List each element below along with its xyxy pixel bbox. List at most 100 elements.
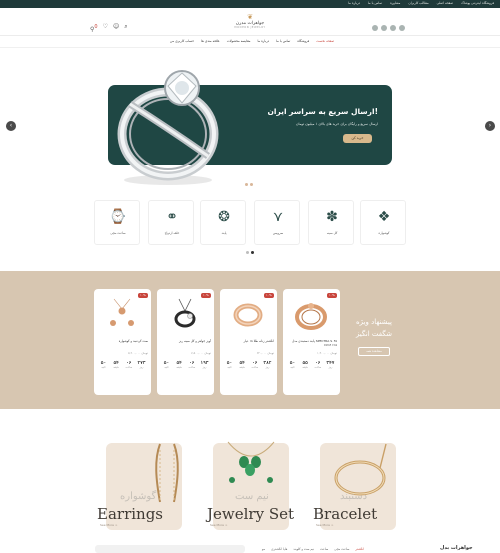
product-name[interactable]: پابند دستبندی مدل SPECTRA S۰۴۵ Dm۹ ۶۱۵ (286, 339, 337, 348)
category-label: گوشواره (378, 231, 390, 235)
tab-ring-holder[interactable]: هایا انگشتری (271, 547, 287, 551)
nav-item-about[interactable]: درباره ما (257, 39, 269, 43)
header-actions: ⚲0 ♡ ☺ ⌕ (90, 24, 128, 33)
category-slider-dots (246, 251, 254, 254)
nav-item-shop[interactable]: فروشگاه (297, 39, 309, 43)
slider-dot-active[interactable] (251, 251, 254, 254)
timer-unit: دقیقه (113, 366, 119, 369)
nav-item-home[interactable]: صفحه نخست (316, 39, 334, 43)
earring-icon: ❖ (377, 209, 391, 225)
category-label: پابند (221, 231, 227, 235)
category-label: حلقه ازدواج (164, 231, 180, 235)
countdown-timer: ۵۰ ثانیه ۵۵ دقیقه ۰۶ ساعت ۳۴۷ روز (287, 361, 336, 369)
necklace-set-icon: ⋎ (272, 209, 284, 225)
top-link-home[interactable]: صفحه اصلی (437, 1, 453, 5)
tab-wristwatch[interactable]: ساعت مچی (334, 547, 349, 551)
timer-unit: دقیقه (176, 366, 182, 369)
product-image (295, 303, 327, 330)
timer-unit: ساعت (251, 366, 259, 369)
slider-prev-button[interactable]: ‹ (6, 121, 16, 131)
tab-half-set[interactable]: نیم ست و گلوبند (293, 547, 314, 551)
nav-item-wishlist[interactable]: علاقه مندی ها (201, 39, 220, 43)
cart-count-badge: 0 (94, 24, 98, 30)
logo-text-en: MODERN JEWELRY (234, 26, 266, 29)
youtube-icon[interactable] (390, 25, 396, 31)
banner-title-fa: گوشواره (120, 491, 157, 502)
product-card[interactable]: ۱۰% انگشتر زنانه طلا ۱۸ عیار ۶۳۰,۰۰۰ توم… (220, 289, 277, 395)
countdown-timer: ۵۰ ثانیه ۵۴ دقیقه ۰۶ ساعت ۲۷۳ روز (98, 361, 147, 369)
watch-icon: ⌚ (109, 209, 127, 225)
category-wedding-rings[interactable]: ⚭ حلقه ازدواج (148, 200, 194, 245)
product-price: ۷,۵۰۰,۰۰۰ تومان (191, 351, 211, 355)
timer-unit: ثانیه (164, 366, 169, 369)
countdown-timer: ۵۰ ثانیه ۵۴ دقیقه ۰۶ ساعت ۱۹۳ روز (161, 361, 210, 369)
timer-unit: ثانیه (290, 366, 295, 369)
category-brooch[interactable]: ✽ گل سینه (308, 200, 354, 245)
product-card[interactable]: ۱۰% ست گردنبند و گوشواره ۵,۲۰۰,۰۰۰ تومان… (94, 289, 151, 395)
tab-ring[interactable]: انگشتر (355, 547, 364, 551)
heart-icon[interactable]: ♡ (103, 24, 108, 33)
top-link-user-posts[interactable]: مطالب کاربران (408, 1, 428, 5)
offer-subtitle: شگفت انگیز (355, 330, 393, 338)
hero-shop-button[interactable]: خرید کن (343, 134, 372, 143)
whatsapp-icon[interactable] (381, 25, 387, 31)
user-icon[interactable]: ☺ (113, 24, 119, 33)
top-bar: فروشگاه اینترنتی پوشاک صفحه اصلی مطالب ک… (0, 0, 500, 8)
banner-see-more[interactable]: See More > (100, 523, 117, 527)
banner-title-en: Jewelry Set (207, 505, 294, 523)
timer-unit: روز (139, 366, 144, 369)
nav-item-account[interactable]: حساب کاربری من (170, 39, 194, 43)
hero-subtitle: ارسال سریع و رایگان برای خرید های بالای … (296, 122, 378, 126)
nav-item-contact[interactable]: تماس با ما (276, 39, 290, 43)
product-card[interactable]: ۱۰% آویز جواهر و گل سینه ریز ۷,۵۰۰,۰۰۰ ت… (157, 289, 214, 395)
timer-unit: روز (265, 366, 270, 369)
product-name[interactable]: آویز جواهر و گل سینه ریز (160, 339, 211, 348)
product-name[interactable]: ست گردنبند و گوشواره (97, 339, 148, 348)
slider-dot[interactable] (245, 183, 248, 186)
site-logo[interactable]: ❦ جواهرات مدرن MODERN JEWELRY (220, 14, 280, 32)
banner-see-more[interactable]: See More > (210, 523, 227, 527)
category-set[interactable]: ⋎ سرویس (254, 200, 300, 245)
tab-hair[interactable]: مو (262, 547, 265, 551)
product-image (174, 298, 196, 328)
category-watch[interactable]: ⌚ ساعت مچی (94, 200, 140, 245)
section-title: جواهرات بدل (440, 545, 473, 551)
top-link-contact[interactable]: تماس با ما (368, 1, 382, 5)
product-image (110, 298, 134, 326)
offer-view-all-button[interactable]: مشاهده همه (358, 347, 390, 356)
wedding-rings-icon: ⚭ (166, 209, 178, 225)
timer-unit: ساعت (314, 366, 322, 369)
timer-unit: ثانیه (101, 366, 106, 369)
timer-unit: روز (328, 366, 333, 369)
hero-ring-image (117, 70, 219, 185)
brooch-icon: ✽ (326, 209, 338, 225)
slider-dot[interactable] (246, 251, 249, 254)
cart-icon[interactable]: ⚲0 (90, 24, 98, 33)
category-label: گل سینه (326, 231, 338, 235)
countdown-timer: ۵۰ ثانیه ۵۴ دقیقه ۰۶ ساعت ۳۸۲ روز (224, 361, 273, 369)
slider-dot[interactable] (250, 183, 253, 186)
top-link-store[interactable]: فروشگاه اینترنتی پوشاک (461, 1, 494, 5)
category-earring[interactable]: ❖ گوشواره (360, 200, 406, 245)
tab-clock[interactable]: ساعت (320, 547, 328, 551)
top-link-about[interactable]: درباره ما (348, 1, 360, 5)
banner-see-more[interactable]: See More > (316, 523, 333, 527)
top-links: فروشگاه اینترنتی پوشاک صفحه اصلی مطالب ک… (348, 1, 494, 5)
nav-item-compare[interactable]: مقایسه محصولات (227, 39, 251, 43)
search-icon[interactable]: ⌕ (124, 24, 127, 33)
timer-unit: ساعت (125, 366, 133, 369)
banner-title-fa: نیم ست (235, 491, 269, 502)
product-image (233, 303, 263, 327)
bottom-category-tabs: مو هایا انگشتری نیم ست و گلوبند ساعت ساع… (262, 547, 364, 551)
instagram-icon[interactable] (399, 25, 405, 31)
product-price: ۱,۳۰۰,۰۰۰ تومان (317, 351, 337, 355)
top-link-consult[interactable]: مشاوره (390, 1, 400, 5)
product-card[interactable]: ۱۰% پابند دستبندی مدل SPECTRA S۰۴۵ Dm۹ ۶… (283, 289, 340, 395)
hero-title: ارسال سریع به سراسر ایران! (267, 107, 378, 116)
product-name[interactable]: انگشتر زنانه طلا ۱۸ عیار (223, 339, 275, 348)
telegram-icon[interactable] (372, 25, 378, 31)
offer-title: پیشنهاد ویژه (356, 318, 392, 326)
category-anklet[interactable]: ❂ پابند (200, 200, 246, 245)
social-links (372, 25, 405, 31)
slider-next-button[interactable]: › (485, 121, 495, 131)
